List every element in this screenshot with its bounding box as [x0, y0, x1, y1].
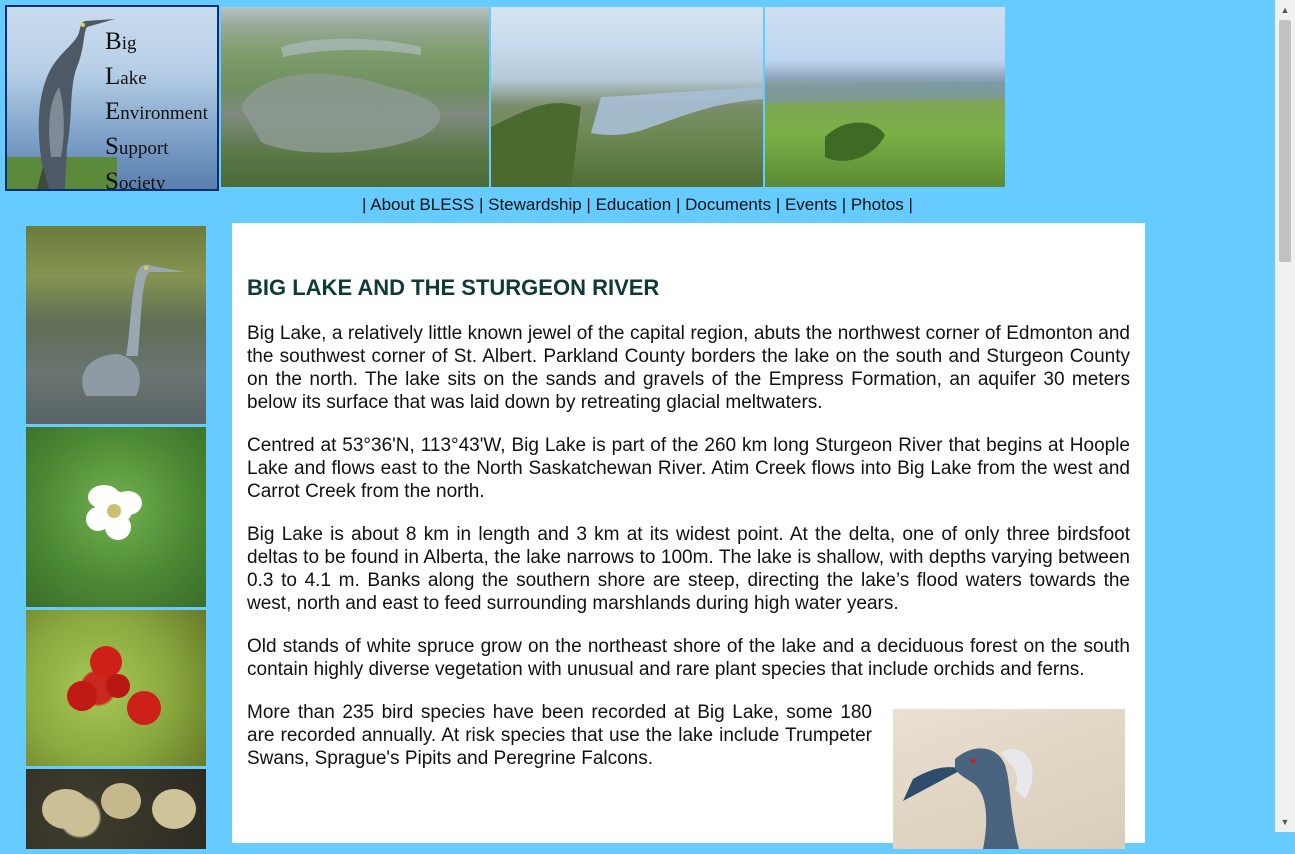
paragraph-vegetation: Old stands of white spruce grow on the n… — [247, 636, 1130, 680]
paragraph-location: Big Lake, a relatively little known jewe… — [247, 323, 1130, 413]
heron-logo-image — [7, 19, 117, 189]
aerial-lake-shape — [241, 38, 441, 153]
nav-events[interactable]: Events — [785, 195, 837, 214]
scroll-thumb[interactable] — [1279, 20, 1291, 262]
bless-logo[interactable]: Big Lake Environment Support Society — [5, 5, 219, 191]
heron-shape — [82, 264, 186, 396]
nav-separator: | — [675, 195, 681, 214]
heron-illustration-shape — [903, 748, 1033, 849]
rosehip-photo — [26, 610, 206, 766]
nav-separator: | — [586, 195, 591, 214]
nav-photos[interactable]: Photos — [851, 195, 904, 214]
paragraph-birds: More than 235 bird species have been rec… — [247, 702, 872, 769]
nav-separator: | — [775, 195, 781, 214]
sidebar-photos — [26, 226, 206, 852]
flower-shape — [86, 485, 142, 540]
logo-text: Big Lake Environment Support Society — [105, 28, 208, 191]
page-title: BIG LAKE AND THE STURGEON RIVER — [247, 275, 660, 300]
scroll-down-icon[interactable]: ▼ — [1275, 814, 1295, 830]
nav-education[interactable]: Education — [596, 195, 672, 214]
header-banner: Big Lake Environment Support Society — [5, 5, 1005, 191]
river-view-photo — [491, 7, 763, 187]
puffball-shape — [42, 783, 196, 829]
nav-separator: | — [841, 195, 847, 214]
main-nav: | About BLESS | Stewardship | Education … — [0, 195, 1275, 215]
nav-stewardship[interactable]: Stewardship — [488, 195, 582, 214]
heron-illustration — [893, 709, 1125, 849]
nav-about-bless[interactable]: About BLESS — [370, 195, 474, 214]
aerial-lake-photo — [221, 7, 489, 187]
nav-separator: | — [362, 195, 367, 214]
paragraph-dimensions: Big Lake is about 8 km in length and 3 k… — [247, 524, 1130, 614]
page-scrollbar[interactable]: ▲ ▼ — [1275, 0, 1295, 832]
nav-documents[interactable]: Documents — [685, 195, 771, 214]
bunchberry-photo — [26, 427, 206, 607]
marsh-shape — [765, 81, 1005, 161]
nav-separator: | — [908, 195, 913, 214]
river-shape — [491, 87, 763, 187]
scroll-up-icon[interactable]: ▲ — [1275, 2, 1295, 18]
birds-section: More than 235 bird species have been rec… — [247, 701, 1130, 849]
main-content: BIG LAKE AND THE STURGEON RIVER Big Lake… — [232, 223, 1145, 849]
puffball-photo — [26, 769, 206, 849]
nav-separator: | — [478, 195, 484, 214]
marsh-photo — [765, 7, 1005, 187]
paragraph-coordinates: Centred at 53°36'N, 113°43'W, Big Lake i… — [247, 435, 1130, 502]
heron-photo — [26, 226, 206, 424]
rosehip-shape — [67, 646, 161, 725]
